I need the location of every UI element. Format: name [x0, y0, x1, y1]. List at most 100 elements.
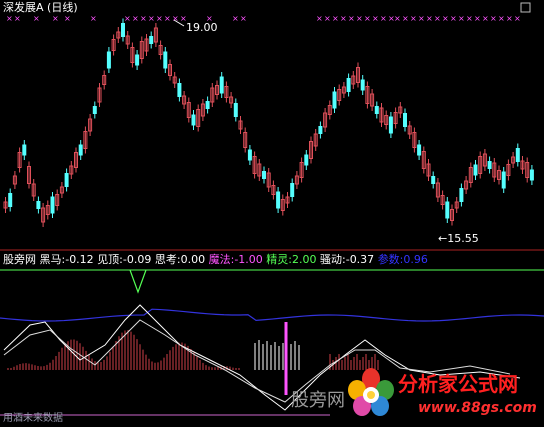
brand-name: 分析家公式网: [398, 372, 518, 396]
x-marker-icon: ×: [140, 14, 147, 23]
candle-body: [135, 54, 140, 66]
x-marker-icon: ×: [442, 14, 449, 23]
indicator-item-label: 黑马:: [39, 253, 66, 266]
green-spike-line: [129, 269, 147, 294]
x-marker-icon: ×: [490, 14, 497, 23]
indicator-item-label: 魔法:: [208, 253, 235, 266]
low-price-label: ←15.55: [438, 232, 479, 245]
candle-body: [106, 51, 111, 69]
x-marker-icon: ×: [514, 14, 521, 23]
candle-body: [332, 91, 337, 109]
candle-body: [233, 103, 238, 117]
x-marker-icon: ×: [394, 14, 401, 23]
x-marker-icon: ×: [434, 14, 441, 23]
x-marker-icon: ×: [474, 14, 481, 23]
indicator-name: 股旁网: [3, 253, 36, 266]
candle-body: [121, 23, 125, 37]
x-marker-icon: ×: [156, 14, 163, 23]
x-marker-icon: ×: [482, 14, 489, 23]
brand-name-text: 分析家公式网: [398, 372, 518, 396]
x-marker-icon: ×: [506, 14, 513, 23]
candle-body: [22, 144, 27, 156]
low-price-value: 15.55: [447, 232, 479, 245]
header: 深发展A (日线): [3, 1, 78, 14]
x-marker-icon: ×: [124, 14, 131, 23]
indicator-item-jianding: 见顶:-0.09: [97, 253, 155, 266]
x-marker-icon: ×: [64, 14, 71, 23]
x-marker-icon: ×: [232, 14, 239, 23]
brand-url-text: www.88gs.com: [418, 400, 537, 416]
x-marker-icon: ×: [132, 14, 139, 23]
x-marker-icon: ×: [348, 14, 355, 23]
indicator-item-label: 精灵:: [266, 253, 292, 266]
candle-body: [445, 201, 450, 219]
candle-body: [431, 176, 436, 184]
candle-body: [205, 101, 210, 109]
x-marker-icon: ×: [450, 14, 457, 23]
x-marker-icon: ×: [6, 14, 13, 23]
candle-body: [36, 201, 41, 209]
x-marker-icon: ×: [324, 14, 331, 23]
x-marker-icon: ×: [426, 14, 433, 23]
candle-body: [177, 83, 182, 97]
x-marker-icon: ×: [148, 14, 155, 23]
candle-body: [262, 171, 266, 179]
kline-chart[interactable]: × × × × × × × × × × × × × × × × × × × × × × × × × × × × × × × × × × × × × × × ×…: [0, 0, 544, 427]
indicator-item-value: -0.37: [345, 253, 375, 266]
high-price-label: 19.00: [186, 21, 218, 34]
x-marker-icon: ×: [458, 14, 465, 23]
x-marker-icon: ×: [33, 14, 40, 23]
indicator-item-jingling: 精灵:2.00: [266, 253, 320, 266]
candle-body: [374, 106, 379, 114]
x-marker-icon: ×: [14, 14, 21, 23]
x-marker-icon: ×: [410, 14, 417, 23]
candle-body: [219, 76, 224, 94]
x-marker-icon: ×: [364, 14, 371, 23]
indicator-item-saodong: 骚动:-0.37: [320, 253, 378, 266]
candle-body: [78, 144, 83, 156]
candle-body: [247, 149, 252, 161]
indicator-bar: 股旁网 黑马:-0.12 见顶:-0.09 思考:0.00 魔法:-1.00 精…: [3, 253, 428, 266]
candle-body: [8, 193, 13, 207]
x-marker-icon: ×: [466, 14, 473, 23]
x-marker-icon: ×: [52, 14, 59, 23]
candle-body: [529, 169, 534, 181]
x-marker-icon: ×: [380, 14, 387, 23]
candle-body: [304, 154, 309, 166]
footer-left-text: 用酒未来数据: [3, 413, 63, 424]
x-marker-icon: ×: [340, 14, 347, 23]
candle-body: [92, 106, 97, 114]
x-marker-icon: ×: [402, 14, 409, 23]
footer-left: 用酒未来数据: [3, 412, 63, 425]
indicator-item-value: -1.00: [234, 253, 263, 266]
candle-body: [149, 36, 154, 44]
candle-body: [50, 196, 55, 214]
indicator-item-label: 骚动:: [320, 253, 346, 266]
high-price-value: 19.00: [186, 21, 218, 34]
indicator-item-value: 2.00: [292, 253, 317, 266]
candle-body: [163, 51, 168, 69]
indicator-item-heima: 黑马:-0.12: [40, 253, 98, 266]
candle-body: [417, 144, 422, 156]
indicator-item-canshu: 参数:0.96: [378, 253, 428, 266]
brand-url: www.88gs.com: [418, 400, 537, 416]
candle-body: [276, 191, 281, 209]
x-marker-icon: ×: [372, 14, 379, 23]
watermark-text: 股旁网: [291, 390, 345, 411]
x-marker-icon: ×: [90, 14, 97, 23]
candle-body: [64, 173, 69, 187]
low-arrow-icon: ←: [438, 232, 448, 245]
candle-body: [501, 171, 506, 189]
window-zoom-icon[interactable]: [520, 2, 531, 13]
indicator-item-label: 见顶:: [97, 253, 123, 266]
candle-body: [459, 188, 464, 202]
candle-body: [403, 113, 407, 127]
x-marker-icon: ×: [164, 14, 171, 23]
candle-body: [360, 79, 365, 91]
watermark: 股旁网: [291, 391, 345, 411]
brand-flower-logo-icon: [346, 368, 396, 418]
x-marker-icon: ×: [332, 14, 339, 23]
candle-body: [388, 116, 393, 134]
x-marker-icon: ×: [240, 14, 247, 23]
candle-body: [318, 126, 323, 134]
